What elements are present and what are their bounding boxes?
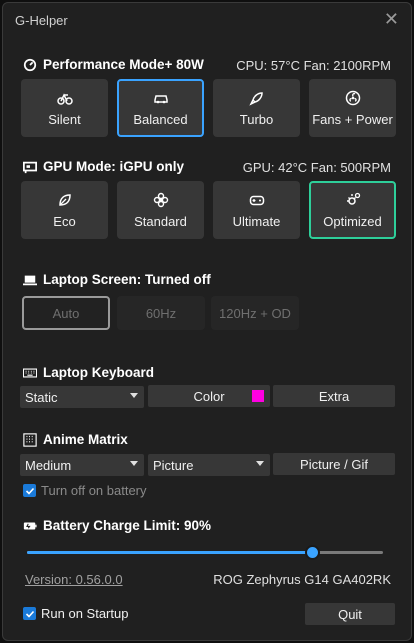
title-bar: G-Helper ✕: [3, 3, 411, 37]
gpu-eco-label: Eco: [53, 213, 76, 229]
chevron-down-icon: [130, 461, 138, 466]
cpu-status: CPU: 57°C Fan: 2100RPM: [236, 58, 391, 73]
chevron-down-icon: [256, 461, 264, 466]
gpu-standard-label: Standard: [134, 213, 187, 229]
keyboard-mode-dropdown[interactable]: Static: [20, 386, 144, 408]
checkbox-checked-icon: [23, 607, 36, 620]
anime-brightness-value: Medium: [25, 457, 72, 473]
checkbox-checked-icon: [23, 484, 36, 497]
gpu-ultimate-button[interactable]: Ultimate: [213, 181, 300, 239]
gpu-optimized-button[interactable]: Optimized: [309, 181, 396, 239]
anime-battery-label: Turn off on battery: [41, 483, 147, 498]
battery-icon: [23, 522, 37, 529]
anime-mode-value: Picture: [153, 457, 194, 473]
keyboard-section-title: Laptop Keyboard: [23, 365, 154, 380]
screen-title: Laptop Screen: Turned off: [43, 272, 211, 287]
gauge-icon: [23, 58, 37, 71]
app-window: G-Helper ✕ Performance Mode+ 80W CPU: 57…: [2, 2, 412, 641]
refresh-60hz-label: 60Hz: [145, 305, 177, 321]
mode-balanced-button[interactable]: Balanced: [117, 79, 204, 137]
battery-section-title: Battery Charge Limit: 90%: [23, 518, 211, 533]
keyboard-icon: [23, 367, 37, 378]
anime-picture-button[interactable]: Picture / Gif: [273, 453, 395, 475]
car-icon: [153, 94, 168, 103]
flower-icon: [153, 192, 168, 207]
color-swatch: [252, 390, 264, 402]
screen-section-title: Laptop Screen: Turned off: [23, 272, 211, 287]
quit-label: Quit: [338, 606, 362, 622]
refresh-60hz-button[interactable]: 60Hz: [117, 296, 205, 330]
keyboard-title: Laptop Keyboard: [43, 365, 155, 380]
gpu-icon: [23, 161, 37, 173]
anime-battery-checkbox[interactable]: Turn off on battery: [23, 483, 147, 498]
anime-picture-label: Picture / Gif: [300, 456, 368, 472]
fan-icon: [345, 90, 360, 105]
quit-button[interactable]: Quit: [305, 603, 395, 625]
anime-mode-dropdown[interactable]: Picture: [148, 454, 270, 476]
anime-brightness-dropdown[interactable]: Medium: [20, 454, 144, 476]
keyboard-extra-button[interactable]: Extra: [273, 385, 395, 407]
mode-turbo-label: Turbo: [239, 111, 274, 127]
keyboard-extra-label: Extra: [318, 388, 350, 404]
gpu-ultimate-label: Ultimate: [232, 213, 281, 229]
refresh-120hz-label: 120Hz + OD: [219, 305, 291, 321]
mode-fans-power-label: Fans + Power: [312, 111, 393, 127]
anime-title: Anime Matrix: [43, 432, 128, 447]
gpu-status: GPU: 42°C Fan: 500RPM: [242, 160, 391, 175]
refresh-auto-button[interactable]: Auto: [22, 296, 110, 330]
sun-gear-icon: [346, 192, 360, 205]
mode-balanced-label: Balanced: [133, 111, 188, 127]
battery-slider-thumb[interactable]: [304, 545, 320, 560]
mode-silent-label: Silent: [48, 111, 81, 127]
performance-section-title: Performance Mode+ 80W: [23, 57, 204, 72]
gpu-optimized-label: Optimized: [323, 213, 382, 229]
performance-title: Performance Mode+ 80W: [43, 57, 204, 72]
refresh-auto-label: Auto: [52, 305, 80, 321]
mode-fans-power-button[interactable]: Fans + Power: [309, 79, 396, 137]
gpu-section-title: GPU Mode: iGPU only: [23, 159, 184, 174]
rocket-icon: [248, 91, 263, 106]
anime-section-title: Anime Matrix: [23, 432, 128, 447]
mode-silent-button[interactable]: Silent: [21, 79, 108, 137]
battery-title: Battery Charge Limit: 90%: [43, 518, 212, 533]
refresh-120hz-button[interactable]: 120Hz + OD: [211, 296, 299, 330]
bike-icon: [56, 92, 73, 105]
matrix-icon: [23, 432, 37, 447]
battery-slider-fill: [27, 551, 312, 554]
run-on-startup-label: Run on Startup: [41, 606, 129, 621]
gpu-eco-button[interactable]: Eco: [21, 181, 108, 239]
run-on-startup-checkbox[interactable]: Run on Startup: [23, 606, 128, 621]
version-link[interactable]: Version: 0.56.0.0: [25, 572, 123, 587]
close-icon[interactable]: ✕: [384, 9, 399, 29]
leaf-icon: [58, 193, 71, 206]
window-title: G-Helper: [15, 13, 68, 28]
gpu-standard-button[interactable]: Standard: [117, 181, 204, 239]
keyboard-mode-value: Static: [25, 389, 58, 405]
gamepad-icon: [249, 195, 264, 205]
battery-limit-slider[interactable]: [27, 545, 383, 560]
mode-turbo-button[interactable]: Turbo: [213, 79, 300, 137]
gpu-title: GPU Mode: iGPU only: [43, 159, 185, 174]
chevron-down-icon: [130, 393, 138, 398]
model-name: ROG Zephyrus G14 GA402RK: [213, 572, 391, 587]
laptop-icon: [23, 275, 37, 285]
keyboard-color-button[interactable]: Color: [148, 385, 270, 407]
keyboard-color-label: Color: [193, 388, 225, 404]
